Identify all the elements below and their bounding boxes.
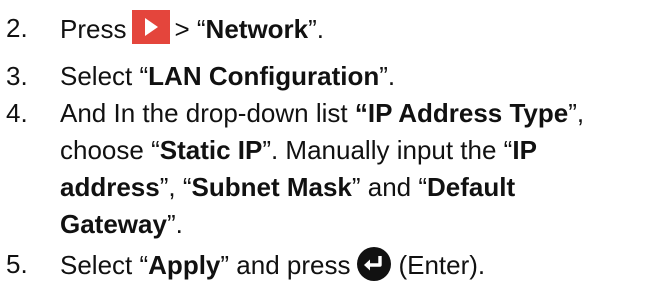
- step-text: ”. Manually input the “: [262, 135, 513, 165]
- step-text: > “: [174, 14, 206, 44]
- step-number: 2.: [6, 13, 28, 43]
- step-2: 2. Press > “Network”.: [0, 10, 653, 50]
- field-name-default-gateway: Default: [427, 172, 516, 202]
- field-name-subnet-mask: Subnet Mask: [191, 172, 352, 202]
- field-name-ip-address-type: “IP Address Type: [354, 98, 569, 128]
- step-4-line-1: And In the drop-down list “IP Address Ty…: [60, 95, 584, 132]
- step-4-line-2: choose “Static IP”. Manually input the “…: [60, 132, 537, 169]
- step-number: 5.: [6, 249, 28, 279]
- step-number: 3.: [6, 61, 28, 91]
- step-4-line-3: address”, “Subnet Mask” and “Default: [60, 169, 515, 206]
- step-5: 5. Select “Apply” and press (Enter).: [0, 246, 653, 286]
- option-static-ip: Static IP: [159, 135, 263, 165]
- step-text: (Enter).: [398, 250, 486, 280]
- enter-key-icon: [356, 246, 392, 282]
- step-4: 4. And In the drop-down list “IP Address…: [0, 95, 653, 243]
- field-name-default-gateway: Gateway: [60, 209, 167, 239]
- step-5-text: Select “Apply” and press (Enter).: [60, 246, 485, 284]
- field-name-ip-address: IP: [512, 135, 537, 165]
- button-name-apply: Apply: [148, 250, 221, 280]
- menu-name-lan-configuration: LAN Configuration: [148, 61, 380, 91]
- step-text: Select “: [60, 250, 149, 280]
- step-text: ”.: [379, 61, 396, 91]
- step-text: ” and press: [220, 250, 351, 280]
- play-button-icon: [132, 10, 171, 44]
- step-text: choose “: [60, 135, 160, 165]
- step-3: 3. Select “LAN Configuration”.: [0, 58, 653, 95]
- step-2-text: Press > “Network”.: [60, 10, 324, 48]
- step-text: ”.: [166, 209, 183, 239]
- step-text: ”, “: [159, 172, 192, 202]
- step-text: ”.: [308, 14, 325, 44]
- menu-name-network: Network: [205, 14, 309, 44]
- step-text: Press: [60, 14, 127, 44]
- step-3-text: Select “LAN Configuration”.: [60, 58, 395, 95]
- step-text: ” and “: [351, 172, 428, 202]
- step-text: And In the drop-down list: [60, 98, 355, 128]
- step-text: Select “: [60, 61, 149, 91]
- step-4-line-4: Gateway”.: [60, 206, 183, 243]
- step-text: ”,: [568, 98, 585, 128]
- step-number: 4.: [6, 98, 28, 128]
- field-name-ip-address: address: [60, 172, 160, 202]
- instruction-steps: 2. Press > “Network”. 3. Select “LAN Conf…: [0, 0, 653, 290]
